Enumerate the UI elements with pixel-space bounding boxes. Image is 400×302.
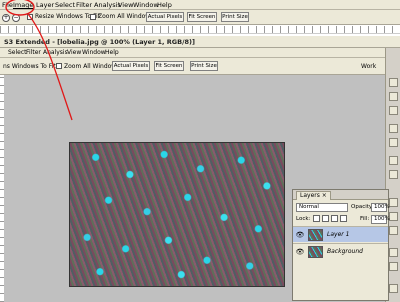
layers-tab[interactable]: Layers × xyxy=(296,191,331,200)
layer-name: Layer 1 xyxy=(327,231,350,238)
fill-label: Fill: xyxy=(360,216,370,222)
lock-pixels-icon[interactable] xyxy=(322,215,329,222)
print-size-button[interactable]: Print Size xyxy=(190,61,218,71)
dock-tool-icon[interactable] xyxy=(389,262,398,271)
layer-name: Background xyxy=(327,248,363,255)
layer-row-background[interactable]: 👁 Background xyxy=(293,243,388,259)
resize-windows-label: ns Windows To Fit xyxy=(3,63,56,70)
menu-help[interactable]: Help xyxy=(105,49,119,56)
fit-screen-button[interactable]: Fit Screen xyxy=(187,12,217,22)
menu-window[interactable]: Window xyxy=(82,49,106,56)
dock-tool-icon[interactable] xyxy=(389,284,398,293)
lock-label: Lock: xyxy=(296,216,311,222)
menu-select[interactable]: Select xyxy=(55,1,75,9)
dock-tool-icon[interactable] xyxy=(389,248,398,257)
menu-window[interactable]: Window xyxy=(133,1,159,9)
layer-thumbnail xyxy=(308,246,323,258)
menu-filter[interactable]: Filter xyxy=(26,49,41,56)
dock-tool-icon[interactable] xyxy=(389,226,398,235)
fill-field[interactable]: 100% xyxy=(371,215,390,224)
layers-panel-tabbar: Layers × xyxy=(293,190,388,200)
menu-analysis[interactable]: Analysis xyxy=(43,49,68,56)
fit-screen-button[interactable]: Fit Screen xyxy=(154,61,184,71)
menu-filter[interactable]: Filter xyxy=(76,1,92,9)
menu-analysis[interactable]: Analysis xyxy=(94,1,121,9)
dock-tool-icon[interactable] xyxy=(389,78,398,87)
menu-layer[interactable]: Layer xyxy=(36,1,54,9)
menu-select[interactable]: Select xyxy=(8,49,27,56)
lock-transparency-icon[interactable] xyxy=(313,215,320,222)
layers-panel: Layers × Normal Opacity: 100% Lock: Fill… xyxy=(292,189,390,301)
dock-tool-icon[interactable] xyxy=(389,124,398,133)
menu-help[interactable]: Help xyxy=(157,1,172,9)
options-bar-top: + − Resize Windows To Fit Zoom All Windo… xyxy=(0,10,400,25)
dock-tool-icon[interactable] xyxy=(389,106,398,115)
opacity-field[interactable]: 100% xyxy=(371,203,390,212)
dock-tool-icon[interactable] xyxy=(389,212,398,221)
menu-file[interactable]: File xyxy=(2,1,13,9)
zoom-all-checkbox[interactable] xyxy=(56,63,62,69)
options-bar-doc: ns Windows To Fit Zoom All Windows Actua… xyxy=(0,58,385,75)
dock-tool-icon[interactable] xyxy=(389,138,398,147)
workspace-label[interactable]: Work xyxy=(361,63,376,70)
document-title: S3 Extended - [lobelia.jpg @ 100% (Layer… xyxy=(4,38,195,46)
doc-menubar: Select Filter Analysis View Window Help xyxy=(0,48,385,58)
dock-tool-icon[interactable] xyxy=(389,170,398,179)
vertical-ruler xyxy=(0,75,4,302)
blend-mode-select[interactable]: Normal xyxy=(296,203,348,212)
dock-tool-icon[interactable] xyxy=(389,156,398,165)
menu-view[interactable]: View xyxy=(67,49,81,56)
layer-row-layer-1[interactable]: 👁 Layer 1 xyxy=(293,226,388,242)
print-size-button[interactable]: Print Size xyxy=(221,12,249,22)
dock-tool-icon[interactable] xyxy=(389,92,398,101)
zoom-out-icon[interactable]: − xyxy=(12,14,20,22)
visibility-eye-icon[interactable]: 👁 xyxy=(295,230,305,240)
actual-pixels-button[interactable]: Actual Pixels xyxy=(146,12,184,22)
layer-thumbnail xyxy=(308,229,323,241)
image-canvas[interactable] xyxy=(69,142,285,287)
lock-position-icon[interactable] xyxy=(331,215,338,222)
document-titlebar: S3 Extended - [lobelia.jpg @ 100% (Layer… xyxy=(0,36,400,48)
resize-windows-checkbox[interactable] xyxy=(27,14,33,20)
menu-view[interactable]: View xyxy=(118,1,133,9)
dock-tool-icon[interactable] xyxy=(389,198,398,207)
top-menubar: File Image Layer Select Filter Analysis … xyxy=(0,0,400,10)
zoom-all-checkbox[interactable] xyxy=(90,14,96,20)
zoom-in-icon[interactable]: + xyxy=(2,14,10,22)
actual-pixels-button[interactable]: Actual Pixels xyxy=(112,61,150,71)
visibility-eye-icon[interactable]: 👁 xyxy=(295,247,305,257)
horizontal-ruler xyxy=(0,26,400,34)
lock-all-icon[interactable] xyxy=(340,215,347,222)
menu-image[interactable]: Image xyxy=(13,1,33,9)
